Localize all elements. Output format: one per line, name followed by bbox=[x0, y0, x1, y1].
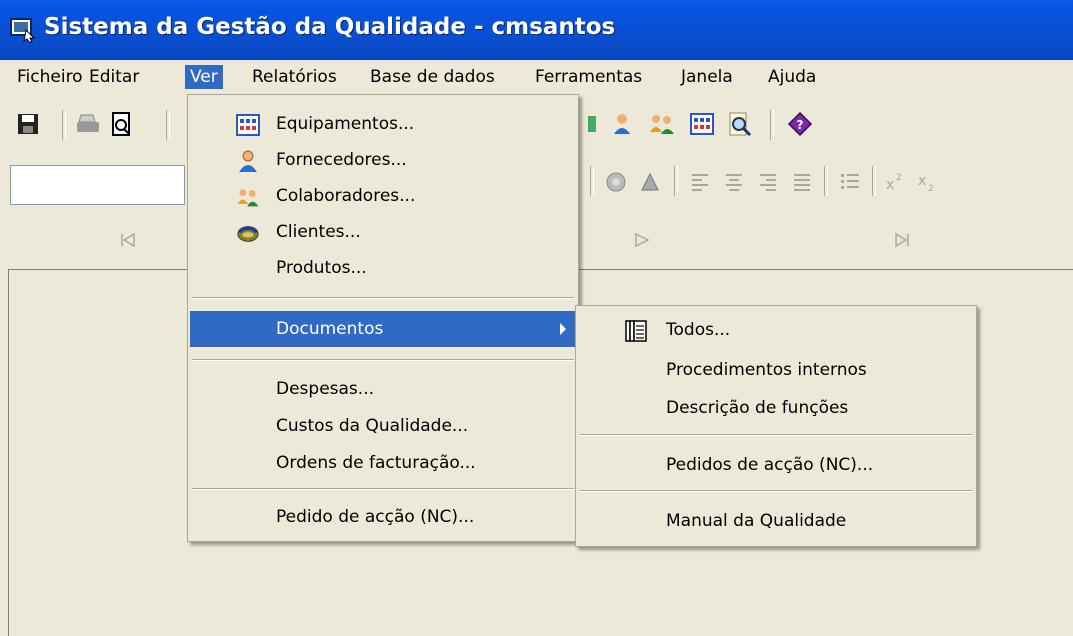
svg-text:x: x bbox=[886, 177, 894, 193]
save-icon[interactable] bbox=[14, 110, 42, 138]
submenu-item-label: Pedidos de acção (NC)... bbox=[666, 455, 874, 475]
menu-separator bbox=[192, 488, 574, 490]
toolbar-separator bbox=[770, 110, 774, 140]
toolbar-separator bbox=[872, 166, 876, 196]
menu-base-de-dados[interactable]: Base de dados bbox=[365, 65, 500, 89]
svg-text:2: 2 bbox=[896, 173, 902, 183]
justify-icon[interactable] bbox=[788, 168, 816, 196]
menu-janela[interactable]: Janela bbox=[676, 65, 738, 89]
submenu-item-manual-da-qualidade[interactable]: Manual da Qualidade bbox=[578, 503, 974, 539]
submenu-item-label: Manual da Qualidade bbox=[666, 511, 847, 531]
align-right-icon[interactable] bbox=[754, 168, 782, 196]
last-record-icon[interactable] bbox=[894, 232, 910, 248]
menu-ajuda[interactable]: Ajuda bbox=[763, 65, 821, 89]
menu-item-colaboradores[interactable]: Colaboradores... bbox=[190, 178, 576, 214]
superscript-icon[interactable]: x2 bbox=[882, 168, 910, 196]
documentos-submenu: Todos... Procedimentos internos Descriçã… bbox=[575, 305, 977, 547]
menu-separator bbox=[192, 359, 574, 361]
people-icon bbox=[237, 189, 259, 207]
menu-item-despesas[interactable]: Despesas... bbox=[190, 371, 576, 407]
help-book-icon[interactable]: ? bbox=[786, 110, 814, 138]
submenu-item-descricao-de-funcoes[interactable]: Descrição de funções bbox=[578, 390, 974, 426]
submenu-item-procedimentos-internos[interactable]: Procedimentos internos bbox=[578, 352, 974, 388]
menu-item-pedido-de-accao[interactable]: Pedido de acção (NC)... bbox=[190, 499, 576, 535]
menu-item-label: Produtos... bbox=[276, 258, 367, 278]
toolbar-separator bbox=[62, 110, 66, 140]
svg-text:?: ? bbox=[797, 118, 804, 132]
menu-item-equipamentos[interactable]: Equipamentos... bbox=[190, 106, 576, 142]
svg-text:2: 2 bbox=[928, 184, 934, 193]
menu-item-label: Documentos bbox=[276, 319, 384, 339]
print-icon[interactable] bbox=[74, 110, 102, 138]
toolbar-separator bbox=[824, 166, 828, 196]
insert-object-icon[interactable] bbox=[636, 168, 664, 196]
menu-item-documentos[interactable]: Documentos bbox=[190, 311, 576, 347]
menu-ver[interactable]: Ver bbox=[185, 65, 223, 89]
colaboradores-toolbar-icon[interactable] bbox=[648, 110, 676, 138]
handshake-icon bbox=[237, 226, 259, 242]
submenu-item-pedidos-de-accao[interactable]: Pedidos de acção (NC)... bbox=[578, 447, 974, 483]
text-input-field[interactable] bbox=[10, 165, 185, 205]
menu-item-label: Despesas... bbox=[276, 379, 374, 399]
menu-separator bbox=[580, 434, 972, 436]
toolbar-partial-icon[interactable] bbox=[580, 110, 608, 138]
menu-item-ordens-de-facturacao[interactable]: Ordens de facturação... bbox=[190, 445, 576, 481]
menu-item-label: Custos da Qualidade... bbox=[276, 416, 469, 436]
menu-item-label: Ordens de facturação... bbox=[276, 453, 476, 473]
menu-item-label: Clientes... bbox=[276, 222, 361, 242]
menu-item-custos-da-qualidade[interactable]: Custos da Qualidade... bbox=[190, 408, 576, 444]
align-center-icon[interactable] bbox=[720, 168, 748, 196]
menu-item-label: Pedido de acção (NC)... bbox=[276, 507, 475, 527]
fornecedores-toolbar-icon[interactable] bbox=[608, 110, 636, 138]
align-left-icon[interactable] bbox=[686, 168, 714, 196]
title-bar: Sistema da Gestão da Qualidade - cmsanto… bbox=[0, 0, 1073, 60]
menu-item-produtos[interactable]: Produtos... bbox=[190, 250, 576, 286]
app-icon bbox=[10, 18, 36, 43]
grid-toolbar-icon[interactable] bbox=[688, 110, 716, 138]
toolbar-separator bbox=[166, 110, 170, 140]
window-title: Sistema da Gestão da Qualidade - cmsanto… bbox=[44, 14, 616, 40]
menu-separator bbox=[192, 297, 574, 299]
menu-item-label: Colaboradores... bbox=[276, 186, 416, 206]
submenu-arrow-icon bbox=[560, 323, 566, 335]
menu-bar: Ficheiro Editar Ver Relatórios Base de d… bbox=[0, 60, 1073, 94]
submenu-item-label: Procedimentos internos bbox=[666, 360, 867, 380]
bullet-list-icon[interactable] bbox=[836, 168, 864, 196]
grid-icon bbox=[236, 114, 260, 136]
menu-separator bbox=[580, 490, 972, 492]
menu-editar[interactable]: Editar bbox=[84, 65, 144, 89]
svg-text:x: x bbox=[918, 173, 926, 189]
search-toolbar-icon[interactable] bbox=[726, 110, 754, 138]
subscript-icon[interactable]: x2 bbox=[914, 168, 942, 196]
menu-ficheiro[interactable]: Ficheiro bbox=[12, 65, 88, 89]
menu-item-label: Fornecedores... bbox=[276, 150, 407, 170]
menu-relatorios[interactable]: Relatórios bbox=[247, 65, 342, 89]
first-record-icon[interactable] bbox=[120, 232, 136, 248]
print-preview-icon[interactable] bbox=[108, 110, 136, 138]
menu-item-fornecedores[interactable]: Fornecedores... bbox=[190, 142, 576, 178]
person-icon bbox=[239, 150, 257, 172]
menu-item-clientes[interactable]: Clientes... bbox=[190, 214, 576, 250]
submenu-item-label: Descrição de funções bbox=[666, 398, 849, 418]
documents-icon bbox=[625, 320, 647, 342]
submenu-item-label: Todos... bbox=[666, 320, 731, 340]
ver-dropdown-menu: Equipamentos... Fornecedores... Colabora… bbox=[187, 94, 579, 542]
insert-image-icon[interactable] bbox=[602, 168, 630, 196]
next-record-icon[interactable] bbox=[634, 232, 650, 248]
menu-ferramentas[interactable]: Ferramentas bbox=[530, 65, 647, 89]
submenu-item-todos[interactable]: Todos... bbox=[578, 312, 974, 348]
toolbar-separator bbox=[674, 166, 678, 196]
formatting-toolbar: x2 x2 bbox=[580, 152, 1073, 212]
menu-item-label: Equipamentos... bbox=[276, 114, 415, 134]
toolbar-separator bbox=[590, 166, 594, 196]
